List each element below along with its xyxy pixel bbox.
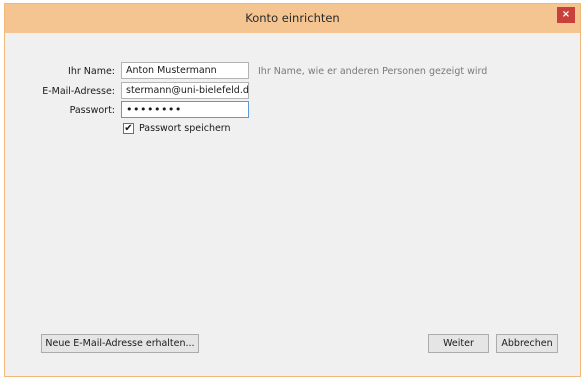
cancel-button[interactable]: Abbrechen (496, 334, 558, 353)
checkmark-icon: ✔ (124, 123, 133, 134)
account-setup-dialog: Konto einrichten × Ihr Name: Anton Muste… (4, 3, 581, 377)
name-input[interactable]: Anton Mustermann (121, 62, 249, 79)
next-button[interactable]: Weiter (428, 334, 489, 353)
remember-password-checkbox[interactable]: ✔ (123, 123, 134, 134)
close-button[interactable]: × (557, 7, 575, 23)
password-label: Passwort: (69, 105, 115, 116)
title-bar[interactable]: Konto einrichten × (5, 4, 580, 33)
remember-password-label: Passwort speichern (139, 123, 231, 134)
password-input[interactable]: •••••••• (121, 101, 249, 118)
email-input[interactable]: stermann@uni-bielefeld.de (121, 82, 249, 99)
new-email-address-button[interactable]: Neue E-Mail-Adresse erhalten... (41, 334, 199, 353)
email-label: E-Mail-Adresse: (42, 86, 115, 97)
name-hint: Ihr Name, wie er anderen Personen gezeig… (258, 66, 488, 77)
close-icon: × (561, 9, 571, 20)
name-label: Ihr Name: (68, 66, 115, 77)
window-title: Konto einrichten (245, 11, 340, 25)
